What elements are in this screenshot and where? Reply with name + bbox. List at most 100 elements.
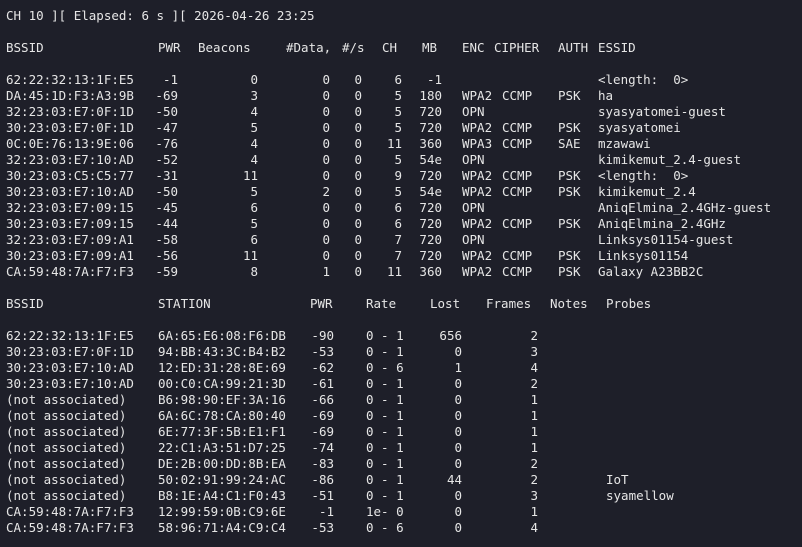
ap-cell-essid: mzawawi xyxy=(598,136,651,151)
ap-cell-data: 0 xyxy=(322,232,330,247)
ap-cell-auth: PSK xyxy=(558,264,581,279)
station-cell-bssid: 30:23:03:E7:0F:1D xyxy=(6,344,134,359)
ap-header-enc: ENC xyxy=(462,40,485,55)
ap-cell-data: 0 xyxy=(322,136,330,151)
ap-cell-data: 0 xyxy=(322,88,330,103)
ap-cell-auth: PSK xyxy=(558,248,581,263)
ap-cell-pwr: -47 xyxy=(155,120,178,135)
ap-cell-cipher: CCMP xyxy=(502,120,533,135)
station-cell-bssid: 30:23:03:E7:10:AD xyxy=(6,360,134,375)
ap-cell-mb: 720 xyxy=(419,168,442,183)
station-cell-bssid: (not associated) xyxy=(6,456,127,471)
ap-cell-enc: WPA2 xyxy=(462,184,493,199)
ap-cell-pwr: -52 xyxy=(155,152,178,167)
station-cell-lost: 656 xyxy=(439,328,462,343)
station-cell-station: 12:ED:31:28:8E:69 xyxy=(158,360,286,375)
ap-cell-bssid: 32:23:03:E7:09:A1 xyxy=(6,232,134,247)
station-cell-bssid: (not associated) xyxy=(6,488,127,503)
ap-cell-pwr: -50 xyxy=(155,104,178,119)
ap-cell-data: 0 xyxy=(322,216,330,231)
ap-cell-enc: WPA2 xyxy=(462,120,493,135)
ap-cell-mb: -1 xyxy=(426,72,442,87)
ap-cell-per-sec: 0 xyxy=(354,216,362,231)
ap-cell-data: 0 xyxy=(322,72,330,87)
station-cell-station: 58:96:71:A4:C9:C4 xyxy=(158,520,286,535)
ap-cell-mb: 180 xyxy=(419,88,442,103)
station-cell-lost: 0 xyxy=(454,520,462,535)
ap-cell-mb: 720 xyxy=(419,120,442,135)
ap-row: 32:23:03:E7:0F:1D -50 4 0 0 5 720 OPN syasyatome… xyxy=(6,104,796,120)
station-header-station: STATION xyxy=(158,296,211,311)
station-row: CA:59:48:7A:F7:F3 58:96:71:A4:C9:C4 -53 0 -… xyxy=(6,520,796,536)
ap-cell-per-sec: 0 xyxy=(354,232,362,247)
station-cell-frames: 2 xyxy=(530,472,538,487)
ap-row: DA:45:1D:F3:A3:9B -69 3 0 0 5 180 WPA2 CCMP PSK ha xyxy=(6,88,796,104)
ap-cell-mb: 720 xyxy=(419,248,442,263)
ap-cell-cipher: CCMP xyxy=(502,88,533,103)
ap-cell-per-sec: 0 xyxy=(354,88,362,103)
ap-header-per-sec: #/s xyxy=(342,40,365,55)
station-cell-frames: 1 xyxy=(530,424,538,439)
ap-cell-data: 0 xyxy=(322,104,330,119)
station-row: (not associated) 22:C1:A3:51:D7:25 -74 0 - … xyxy=(6,440,796,456)
ap-cell-cipher: CCMP xyxy=(502,248,533,263)
ap-cell-bssid: 32:23:03:E7:0F:1D xyxy=(6,104,134,119)
ap-cell-pwr: -59 xyxy=(155,264,178,279)
station-cell-rate: 0 - 6 xyxy=(366,520,404,535)
ap-cell-ch: 5 xyxy=(394,152,402,167)
station-header-bssid: BSSID xyxy=(6,296,44,311)
ap-cell-ch: 5 xyxy=(394,120,402,135)
ap-cell-essid: ha xyxy=(598,88,614,103)
ap-cell-ch: 7 xyxy=(394,232,402,247)
station-row: (not associated) B6:98:90:EF:3A:16 -66 0 - … xyxy=(6,392,796,408)
ap-cell-cipher: CCMP xyxy=(502,264,533,279)
station-row: (not associated) DE:2B:00:DD:8B:EA -83 0 - … xyxy=(6,456,796,472)
ap-cell-cipher: CCMP xyxy=(502,168,533,183)
station-cell-pwr: -86 xyxy=(311,472,334,487)
ap-cell-ch: 11 xyxy=(386,264,402,279)
ap-cell-beacons: 5 xyxy=(250,216,258,231)
station-header-notes: Notes xyxy=(550,296,588,311)
ap-cell-mb: 360 xyxy=(419,136,442,151)
station-cell-rate: 0 - 1 xyxy=(366,440,404,455)
ap-cell-pwr: -56 xyxy=(155,248,178,263)
station-header-probes: Probes xyxy=(606,296,652,311)
ap-cell-enc: WPA2 xyxy=(462,216,493,231)
ap-cell-mb: 720 xyxy=(419,200,442,215)
station-cell-pwr: -69 xyxy=(311,424,334,439)
station-cell-station: 6E:77:3F:5B:E1:F1 xyxy=(158,424,286,439)
station-header-lost: Lost xyxy=(430,296,461,311)
ap-cell-essid: AniqElmina_2.4GHz xyxy=(598,216,726,231)
ap-cell-bssid: 30:23:03:E7:10:AD xyxy=(6,184,134,199)
status-line: CH 10 ][ Elapsed: 6 s ][ 2026-04-26 23:2… xyxy=(6,8,315,23)
station-cell-lost: 0 xyxy=(454,408,462,423)
station-cell-station: DE:2B:00:DD:8B:EA xyxy=(158,456,286,471)
station-cell-rate: 1e- 0 xyxy=(366,504,404,519)
ap-cell-per-sec: 0 xyxy=(354,104,362,119)
ap-cell-bssid: 30:23:03:E7:0F:1D xyxy=(6,120,134,135)
ap-header-mb: MB xyxy=(422,40,438,55)
station-header-pwr: PWR xyxy=(310,296,333,311)
station-header-frames: Frames xyxy=(486,296,532,311)
station-cell-station: 50:02:91:99:24:AC xyxy=(158,472,286,487)
station-cell-pwr: -1 xyxy=(318,504,334,519)
ap-cell-per-sec: 0 xyxy=(354,264,362,279)
station-cell-pwr: -66 xyxy=(311,392,334,407)
station-cell-pwr: -69 xyxy=(311,408,334,423)
ap-cell-pwr: -31 xyxy=(155,168,178,183)
ap-cell-bssid: CA:59:48:7A:F7:F3 xyxy=(6,264,134,279)
station-cell-bssid: 62:22:32:13:1F:E5 xyxy=(6,328,134,343)
ap-cell-ch: 6 xyxy=(394,72,402,87)
ap-cell-mb: 54e xyxy=(419,152,442,167)
ap-cell-beacons: 6 xyxy=(250,200,258,215)
station-row: (not associated) 6E:77:3F:5B:E1:F1 -69 0 - … xyxy=(6,424,796,440)
ap-cell-beacons: 4 xyxy=(250,136,258,151)
ap-cell-essid: Linksys01154-guest xyxy=(598,232,734,247)
ap-cell-auth: PSK xyxy=(558,184,581,199)
station-cell-station: 22:C1:A3:51:D7:25 xyxy=(158,440,286,455)
ap-cell-data: 0 xyxy=(322,248,330,263)
ap-cell-auth: PSK xyxy=(558,120,581,135)
station-cell-pwr: -83 xyxy=(311,456,334,471)
ap-cell-bssid: 32:23:03:E7:10:AD xyxy=(6,152,134,167)
ap-cell-per-sec: 0 xyxy=(354,184,362,199)
